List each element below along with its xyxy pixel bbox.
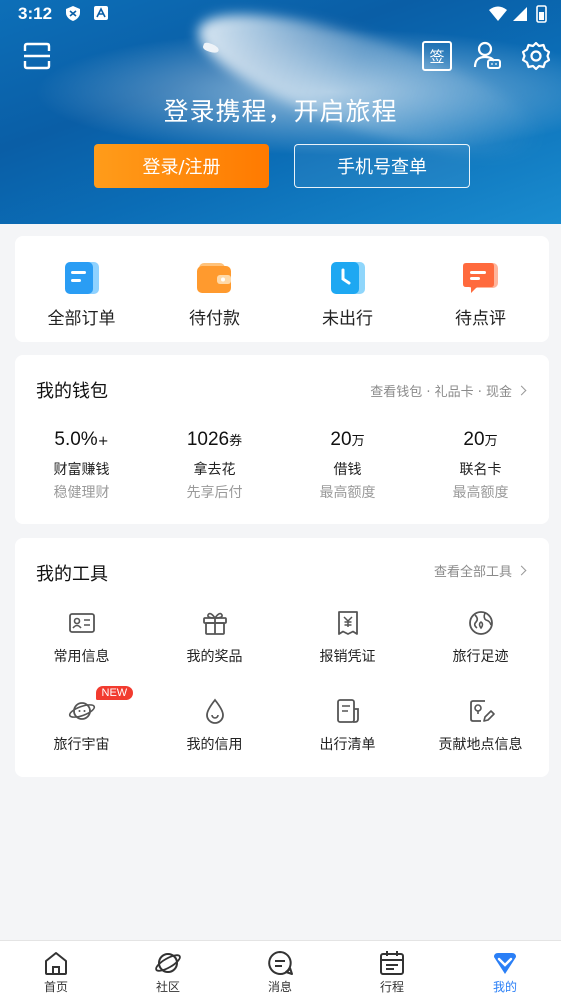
order-pending-payment[interactable]: 待付款 [148,236,281,342]
comment-icon [462,263,498,293]
order-upcoming[interactable]: 未出行 [281,236,414,342]
my-icon [494,953,516,974]
wallet-item-wealth[interactable]: 5.0%+ 财富赚钱 稳健理财 [15,429,148,502]
tool-label: 旅行宇宙 [53,737,110,753]
nav-community[interactable]: 社区 [112,941,224,995]
tool-my-prizes[interactable]: 我的奖品 [148,609,281,679]
chevron-right-icon [516,385,527,396]
message-icon [268,951,293,975]
wallet-item-napqu[interactable]: 1026券 拿去花 先享后付 [148,429,281,502]
orders-card: 全部订单 待付款 未出行 待点评 [15,236,549,342]
all-orders-icon [64,262,99,294]
tool-travel-checklist[interactable]: 出行清单 [281,697,414,767]
tool-travel-universe[interactable]: NEW 旅行宇宙 [15,686,148,767]
wallet-sub: 先享后付 [186,485,243,501]
wallet-title: 我的钱包 [36,381,108,402]
signal-battery-icon [489,5,547,23]
wallet-icon [196,263,231,293]
tool-label: 贡献地点信息 [438,737,523,753]
tool-label: 出行清单 [319,737,376,753]
wallet-sub: 最高额度 [452,485,509,501]
nav-messages[interactable]: 消息 [224,941,336,995]
wallet-value: 1026 [186,429,230,450]
sign-in-icon-text: 签 [429,47,445,66]
gift-icon [202,612,227,635]
wallet-item-cobrand-card[interactable]: 20万 联名卡 最高额度 [414,429,547,502]
wallet-unit: 万 [351,434,365,449]
wallet-link-text: 查看钱包 · 礼品卡 · 现金 [370,385,512,400]
wallet-value: 5.0% [54,429,98,450]
nav-label: 首页 [43,980,68,994]
tool-label: 我的奖品 [186,649,243,665]
wallet-name: 拿去花 [193,462,236,478]
hero-banner: 3:12 签 登录携程，开启旅程 登录/注册 手机号查单 [0,0,561,224]
nav-label: 我的 [492,980,517,994]
order-label: 未出行 [322,309,373,329]
order-label: 待点评 [455,309,506,329]
tool-common-info[interactable]: 常用信息 [15,609,148,679]
location-edit-icon [469,700,495,722]
wallet-view-link[interactable]: 查看钱包 · 礼品卡 · 现金 [370,381,527,400]
wallet-name: 财富赚钱 [53,462,110,478]
calendar-icon [380,951,404,975]
nav-label: 消息 [267,980,292,994]
hero-title: 登录携程，开启旅程 [163,97,398,126]
tool-label: 常用信息 [53,649,110,665]
community-icon [155,953,181,973]
chevron-right-icon [516,565,527,576]
order-to-review[interactable]: 待点评 [414,236,547,342]
bottom-nav: 首页 社区 消息 行程 我的 [0,940,561,995]
tools-view-all-link[interactable]: 查看全部工具 [433,561,527,580]
wallet-sub: 稳健理财 [53,485,110,501]
globe-icon [468,611,493,635]
wallet-unit: 券 [229,434,243,449]
phone-order-lookup-button[interactable]: 手机号查单 [294,144,470,188]
nav-itinerary[interactable]: 行程 [336,941,448,995]
planet-icon [68,702,95,720]
wallet-value: 20 [463,429,485,450]
wallet-unit: 万 [484,434,498,449]
sign-in-calendar-icon[interactable]: 签 [422,41,452,71]
order-label: 全部订单 [47,309,116,329]
tool-contribute-location[interactable]: 贡献地点信息 [414,697,547,767]
tool-my-credit[interactable]: 我的信用 [148,697,281,767]
nav-home[interactable]: 首页 [0,941,112,995]
tool-label: 报销凭证 [319,649,376,665]
wallet-name: 借钱 [333,462,362,478]
tool-label: 我的信用 [186,737,243,753]
status-bar: 3:12 [0,0,561,28]
wallet-value: 20 [330,429,352,450]
wallet-unit: + [97,434,109,449]
nav-label: 社区 [155,980,180,994]
receipt-icon [337,611,358,635]
customer-service-icon[interactable] [472,40,502,70]
tool-icon-wrap: NEW [68,686,134,725]
wallet-name: 联名卡 [459,462,502,478]
tools-card: 我的工具 查看全部工具 常用信息 我的奖品 报销凭证 旅行足迹 NEW 旅行宇宙… [15,538,549,777]
tools-link-text: 查看全部工具 [433,565,512,580]
tool-label: 旅行足迹 [452,649,509,665]
wallet-card: 我的钱包 查看钱包 · 礼品卡 · 现金 5.0%+ 财富赚钱 稳健理财 102… [15,355,549,524]
checklist-icon [336,699,359,723]
wallet-sub: 最高额度 [319,485,376,501]
clock-icon [330,262,365,294]
login-register-button[interactable]: 登录/注册 [94,144,269,188]
nav-my[interactable]: 我的 [449,941,561,995]
app-status-icon [94,6,108,20]
settings-gear-icon[interactable] [521,41,551,71]
credit-drop-icon [205,698,224,724]
new-badge: NEW [95,686,134,700]
tools-title: 我的工具 [36,564,108,585]
order-label: 待付款 [189,309,240,329]
tool-reimbursement[interactable]: 报销凭证 [281,609,414,679]
tool-travel-footprint[interactable]: 旅行足迹 [414,609,547,679]
scan-icon[interactable] [22,41,52,71]
home-icon [45,952,67,975]
order-all[interactable]: 全部订单 [15,236,148,342]
nav-label: 行程 [379,980,404,994]
id-card-icon [68,613,95,633]
status-time: 3:12 [18,4,53,23]
shield-status-icon [66,6,80,21]
wallet-item-loan[interactable]: 20万 借钱 最高额度 [281,429,414,502]
